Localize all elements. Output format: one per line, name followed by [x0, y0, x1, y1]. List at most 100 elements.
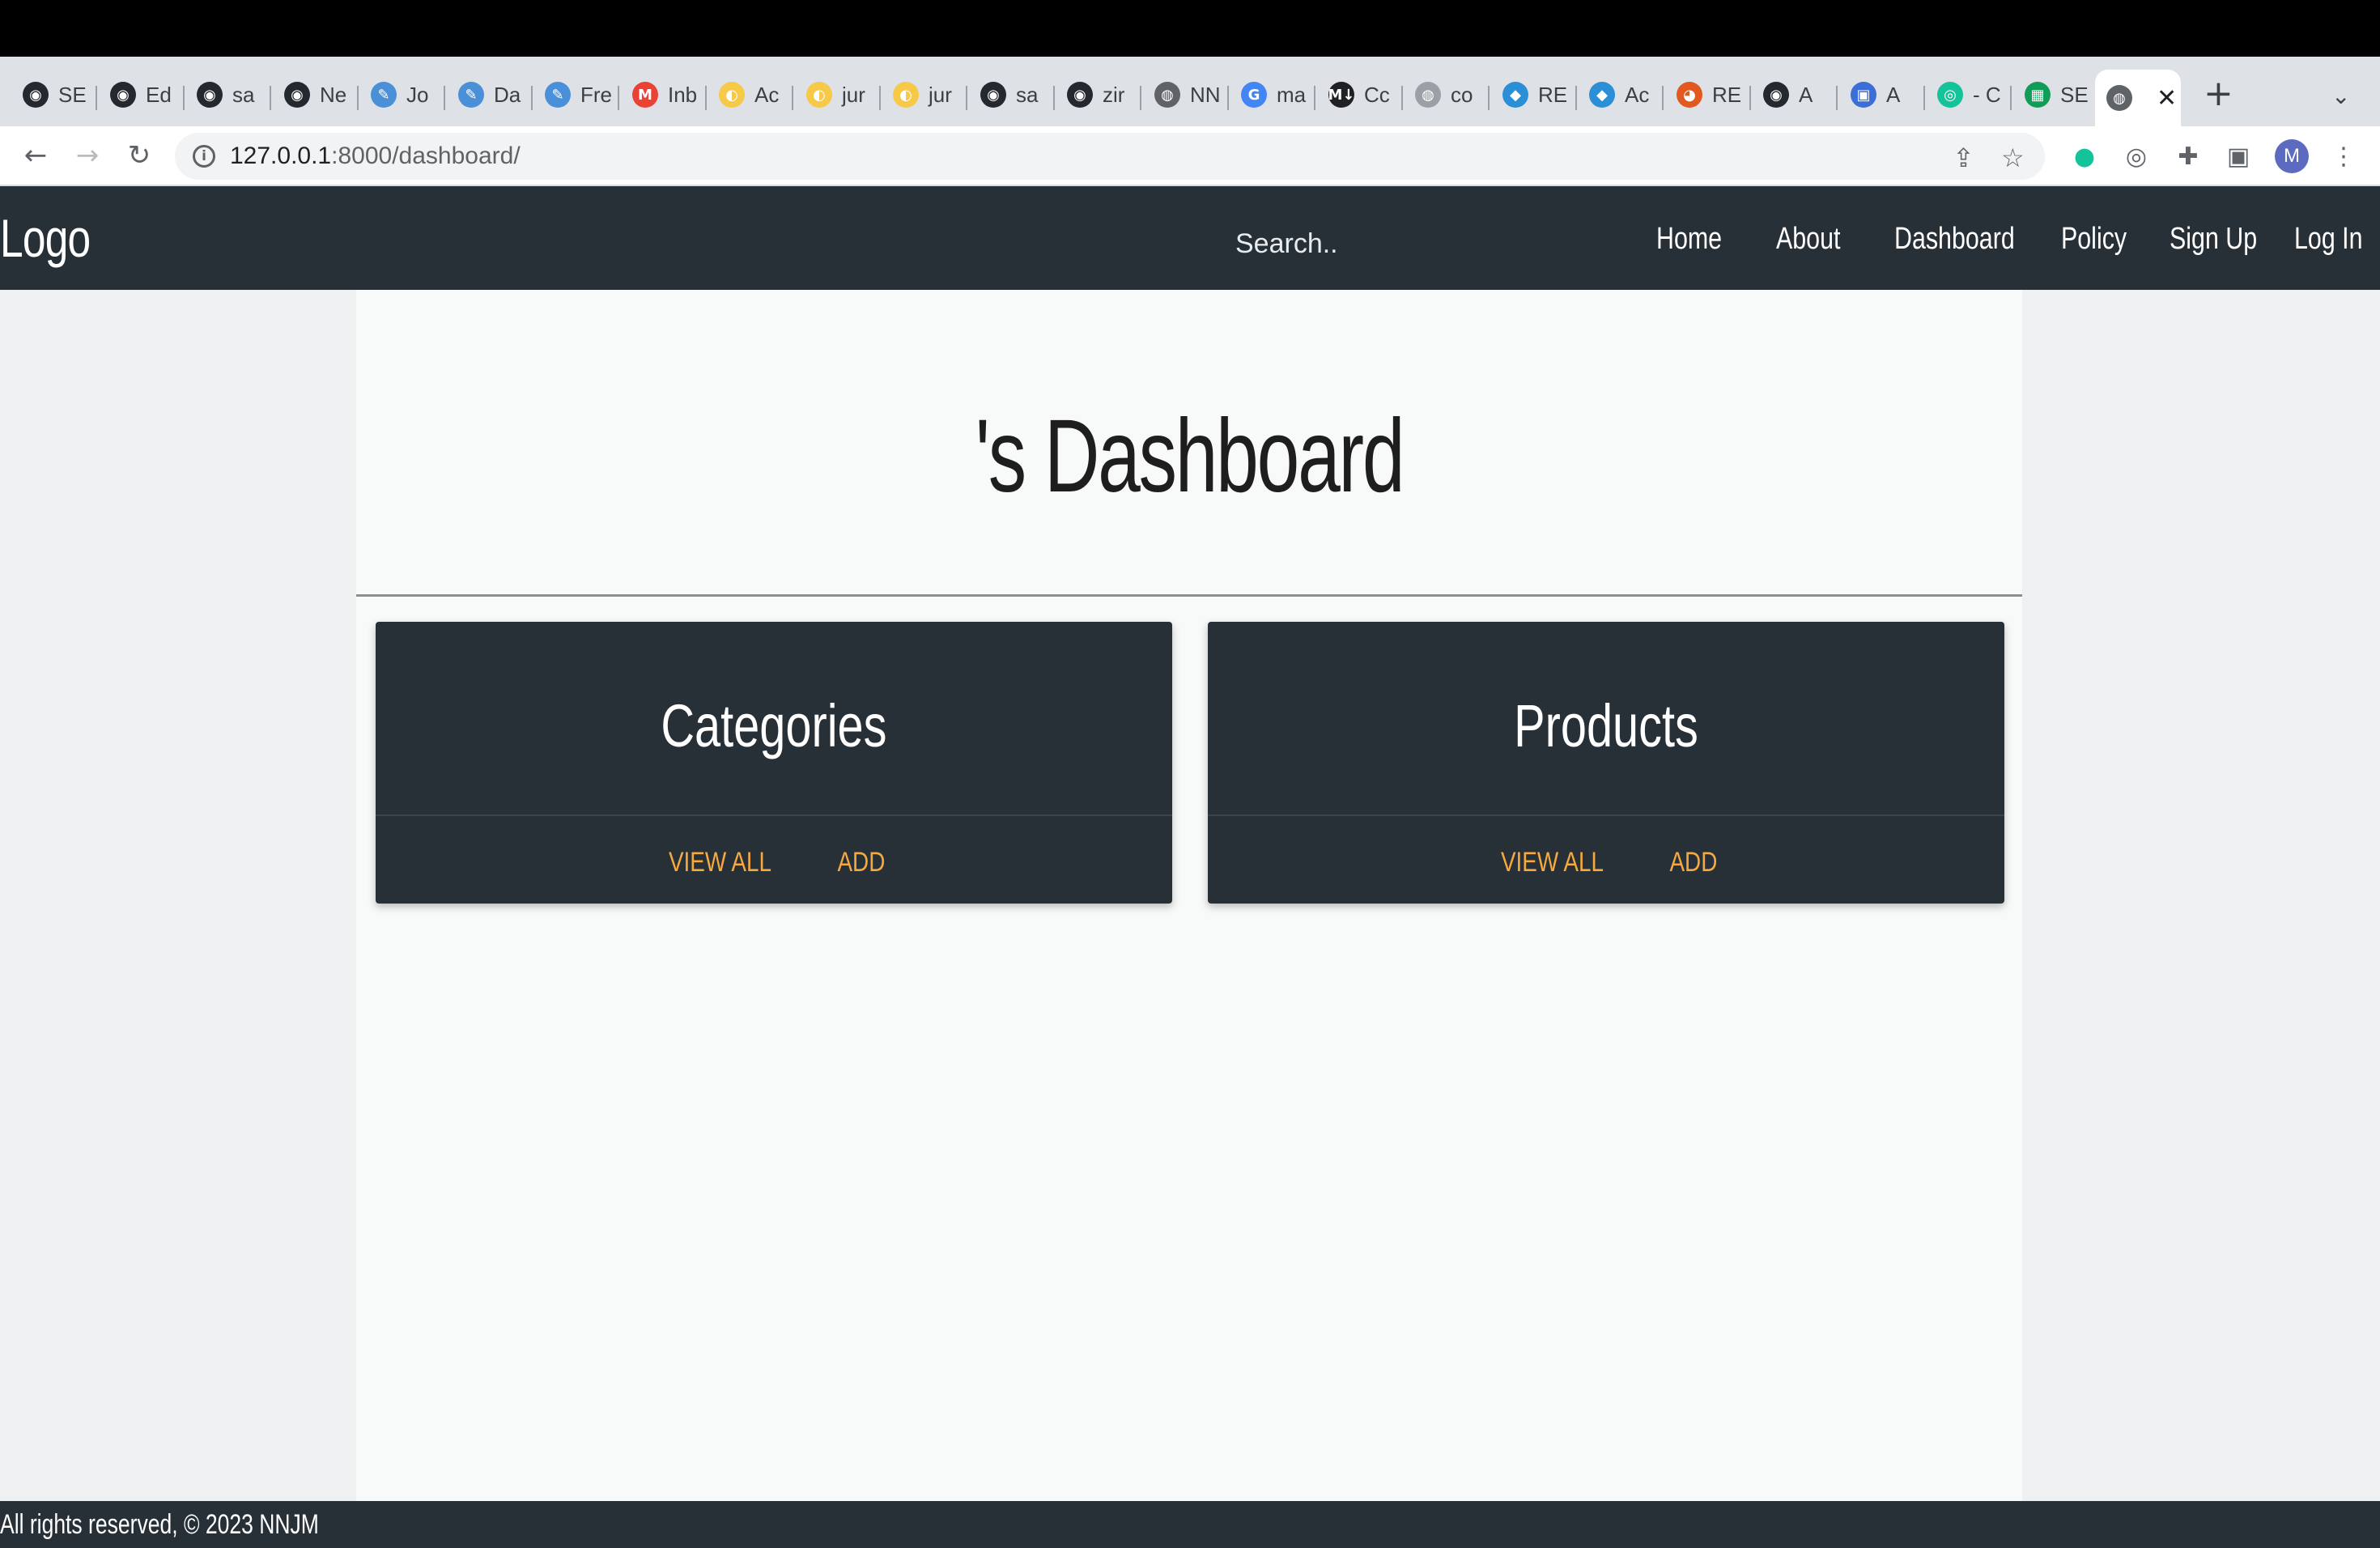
tab-title: Ne [320, 82, 347, 107]
products-add-link[interactable]: Add [1669, 847, 1717, 878]
nav-link-log-in[interactable]: Log In [2294, 222, 2363, 257]
browser-tab[interactable]: ✎ Da [447, 71, 531, 118]
tab-title: Fre [580, 82, 612, 107]
tab-title: sa [1016, 82, 1039, 107]
tab-separator [618, 86, 619, 110]
tab-separator [1227, 86, 1229, 110]
github-icon: ◉ [197, 82, 223, 108]
tab-separator [705, 86, 707, 110]
tab-title: sa [232, 82, 255, 107]
star-icon[interactable]: ☆ [2001, 142, 2025, 173]
url-path: :8000/dashboard/ [331, 142, 521, 169]
tab-separator [96, 86, 97, 110]
share-icon[interactable]: ⇪ [1953, 142, 1974, 173]
tab-title: RE [1538, 82, 1568, 107]
products-view-all-link[interactable]: View All [1501, 847, 1604, 878]
url-text[interactable]: 127.0.0.1:8000/dashboard/ [230, 142, 521, 170]
extension-icon[interactable]: ◎ [2121, 141, 2152, 172]
grammarly-icon: ◎ [1937, 82, 1963, 108]
github-icon: ◉ [284, 82, 310, 108]
grammarly-icon[interactable]: ● [2069, 141, 2100, 172]
categories-card: Categories View All Add [376, 622, 1172, 904]
page-title: 's Dashboard [356, 397, 2022, 516]
nav-link-sign-up[interactable]: Sign Up [2170, 222, 2257, 257]
close-icon[interactable]: ✕ [2157, 84, 2177, 113]
card-title: Categories [376, 691, 1172, 760]
tab-title: zir [1103, 82, 1125, 107]
tab-strip: ◉ SE ◉ Ed ◉ sa ◉ Ne ✎ Jo ✎ Da ✎ Fre M Inb ◐ Ac ◐ jur ◐ jur ◉ sa… [0, 57, 2380, 126]
puzzle-icon[interactable]: ✚ [2173, 141, 2204, 172]
jupyter-icon: ◐ [893, 82, 919, 108]
browser-tab[interactable]: ◐ jur [882, 71, 966, 118]
site-logo[interactable]: Logo [0, 207, 91, 269]
browser-tab[interactable]: ✎ Fre [533, 71, 618, 118]
app-icon: ▣ [1851, 82, 1876, 108]
tab-separator [1749, 86, 1751, 110]
browser-tab[interactable]: ◉ zir [1056, 71, 1140, 118]
browser-tab[interactable]: ◉ Ed [99, 71, 183, 118]
card-actions: View All Add [1208, 847, 2004, 878]
browser-tab[interactable]: M↓ Cc [1317, 71, 1401, 118]
tab-separator [183, 86, 185, 110]
tab-separator [2010, 86, 2012, 110]
browser-tab[interactable]: ◐ Ac [708, 71, 792, 118]
search-input[interactable] [1235, 228, 1478, 260]
firefox-icon: ◕ [1677, 82, 1702, 108]
forward-icon[interactable]: → [70, 138, 105, 173]
title-divider [356, 594, 2022, 597]
nav-link-about[interactable]: About [1776, 222, 1840, 257]
browser-tab[interactable]: ◐ jur [795, 71, 879, 118]
browser-tab[interactable]: ◉ Ne [273, 71, 357, 118]
browser-tab[interactable]: ▣ A [1839, 71, 1923, 118]
reload-icon[interactable]: ↻ [121, 138, 157, 173]
drupal-icon: ◆ [1589, 82, 1615, 108]
tab-title: jur [842, 82, 865, 107]
site-navbar: Logo Home About Dashboard Policy Sign Up… [0, 186, 2380, 290]
chevron-down-icon[interactable]: ⌄ [2331, 83, 2350, 109]
tab-title: A [1886, 82, 1901, 107]
browser-tab[interactable]: ◉ A [1752, 71, 1836, 118]
tab-title: Jo [406, 82, 429, 107]
browser-tab[interactable]: ◉ sa [185, 71, 270, 118]
url-host: 127.0.0.1 [230, 142, 332, 169]
menu-icon[interactable]: ⋮ [2328, 141, 2359, 172]
browser-tab[interactable]: ◕ RE [1665, 71, 1749, 118]
copyright-text: All rights reserved, © 2023 NNJM [0, 1509, 319, 1540]
back-icon[interactable]: ← [18, 138, 53, 173]
card-title-text: Categories [661, 692, 887, 759]
browser-tab[interactable]: ✎ Jo [359, 71, 444, 118]
tab-title: SE [2060, 82, 2089, 107]
nav-link-policy[interactable]: Policy [2061, 222, 2127, 257]
tab-separator [357, 86, 359, 110]
browser-tab[interactable]: ◎ - C [1926, 71, 2010, 118]
products-card: Products View All Add [1208, 622, 2004, 904]
browser-tab[interactable]: ◆ Ac [1578, 71, 1662, 118]
info-icon[interactable]: i [193, 145, 215, 168]
nav-link-dashboard[interactable]: Dashboard [1894, 222, 2015, 257]
new-tab-icon[interactable]: + [2204, 76, 2233, 112]
browser-tab[interactable]: ◉ sa [969, 71, 1053, 118]
browser-tab[interactable]: ▦ SE [2013, 71, 2097, 118]
browser-tab[interactable]: M Inb [621, 71, 705, 118]
sheets-icon: ▦ [2025, 82, 2051, 108]
tab-separator [270, 86, 271, 110]
avatar[interactable]: M [2275, 139, 2309, 173]
card-title: Products [1208, 691, 2004, 760]
categories-view-all-link[interactable]: View All [669, 847, 771, 878]
browser-tab[interactable]: ◆ RE [1491, 71, 1575, 118]
categories-add-link[interactable]: Add [837, 847, 885, 878]
tab-active[interactable]: ◍ ✕ [2095, 70, 2181, 126]
globe-icon: ◍ [1415, 82, 1441, 108]
nav-link-home[interactable]: Home [1656, 222, 1722, 257]
address-bar[interactable]: i 127.0.0.1:8000/dashboard/ ⇪ ☆ [175, 133, 2045, 180]
tab-separator [1401, 86, 1403, 110]
tab-separator [531, 86, 533, 110]
browser-tab[interactable]: ◉ SE [11, 71, 96, 118]
browser-tab[interactable]: Gma [1230, 71, 1314, 118]
browser-tab[interactable]: ◍ co [1404, 71, 1488, 118]
pen-icon: ✎ [545, 82, 571, 108]
browser-tab[interactable]: ◍ NN [1143, 71, 1227, 118]
tab-separator [792, 86, 793, 110]
sidepanel-icon[interactable]: ▣ [2223, 141, 2254, 172]
tab-separator [1836, 86, 1838, 110]
